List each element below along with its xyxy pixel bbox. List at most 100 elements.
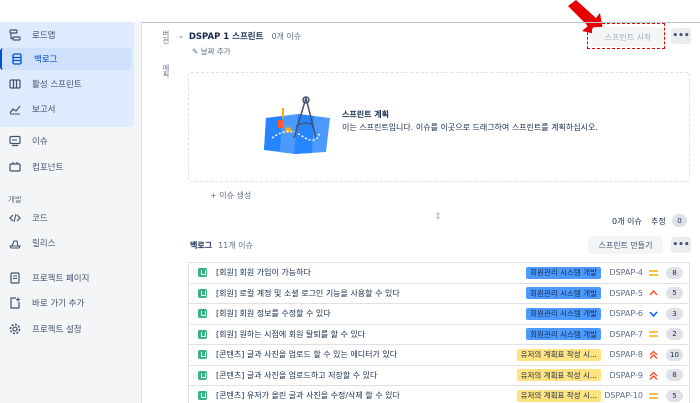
priority-highest-icon — [648, 370, 658, 380]
epic-label[interactable]: 회원관리 시스템 개발 — [526, 287, 601, 300]
story-points-badge: 5 — [666, 389, 683, 402]
backlog-issue-list: [회원] 회원 가입이 가능하다 회원관리 시스템 개발 DSPAP-4 8 [회원] … — [188, 262, 690, 403]
sidebar-item-project-settings[interactable]: 프로젝트 설정 — [8, 318, 132, 340]
backlog-title: 백로그 — [190, 241, 213, 250]
chevron-down-icon[interactable]: ⌄ — [178, 32, 184, 40]
epics-tab[interactable]: 에픽 — [162, 64, 170, 78]
issue-row[interactable]: [콘텐츠] 글과 사진을 업로드 할 수 있는 에디터가 있다 유저의 계획표 작… — [189, 345, 689, 366]
roadmap-icon — [8, 28, 22, 42]
story-points-badge: 3 — [666, 307, 683, 320]
pencil-icon: ✎ — [192, 47, 199, 56]
issue-key[interactable]: DSPAP-6 — [609, 309, 643, 318]
issue-key[interactable]: DSPAP-10 — [604, 391, 643, 400]
sprint-more-button[interactable]: ••• — [671, 28, 691, 44]
sidebar-item-label: 이슈 — [32, 137, 48, 147]
drag-handle-icon[interactable]: ⇕ — [434, 212, 442, 222]
board-icon — [8, 77, 22, 91]
sprint-plan-description: 이는 스프린트입니다. 이슈를 이곳으로 드래그하여 스프린트를 계획하십시오. — [342, 123, 598, 132]
backlog-more-button[interactable]: ••• — [671, 237, 691, 253]
sidebar-item-label: 백로그 — [34, 55, 58, 65]
sidebar-item-releases[interactable]: 릴리스 — [8, 232, 132, 254]
story-points-badge: 10 — [666, 348, 683, 361]
issue-summary[interactable]: [콘텐츠] 글과 사진을 업로드하고 저장할 수 있다 — [216, 370, 377, 381]
issue-summary[interactable]: [회원] 로컬 계정 및 소셜 로그인 기능을 사용할 수 있다 — [216, 288, 400, 299]
story-icon — [198, 370, 207, 380]
add-shortcut-icon — [8, 296, 22, 310]
sidebar-item-code[interactable]: 코드 — [8, 207, 132, 229]
issue-summary[interactable]: [회원] 회원 가입이 가능하다 — [216, 267, 311, 278]
estimate-total-badge: 0 — [672, 214, 687, 227]
add-date-label: 날짜 추가 — [200, 47, 231, 56]
sidebar-item-label: 바로 가기 추가 — [32, 299, 85, 309]
priority-highest-icon — [648, 350, 658, 360]
sidebar-item-label: 활성 스프린트 — [32, 80, 82, 90]
issue-summary[interactable]: [콘텐츠] 글과 사진을 업로드 할 수 있는 에디터가 있다 — [216, 349, 397, 360]
epic-label[interactable]: 회원관리 시스템 개발 — [526, 266, 601, 279]
story-icon — [198, 309, 207, 319]
sprint-name[interactable]: DSPAP 1 스프린트 — [189, 30, 264, 42]
sidebar-item-label: 프로젝트 설정 — [32, 325, 82, 335]
priority-medium-icon — [648, 391, 658, 401]
sidebar-item-label: 로드맵 — [32, 31, 56, 41]
priority-high-icon — [648, 288, 658, 298]
sidebar-item-roadmap[interactable]: 로드맵 — [8, 24, 132, 46]
releases-icon — [8, 236, 22, 250]
sidebar-item-issues[interactable]: 이슈 — [8, 130, 132, 152]
story-points-badge: 5 — [666, 287, 683, 300]
issue-key[interactable]: DSPAP-8 — [609, 350, 643, 359]
dev-section-heading: 개발 — [8, 195, 22, 204]
sprint-plan-illustration — [264, 96, 330, 154]
issue-key[interactable]: DSPAP-5 — [609, 289, 643, 298]
issue-summary[interactable]: [회원] 회원 정보를 수정할 수 있다 — [216, 308, 331, 319]
versions-tab[interactable]: 버전 — [162, 30, 170, 44]
sidebar-item-label: 코드 — [32, 214, 48, 224]
sprint-issues-label: 0개 이슈 — [612, 217, 642, 226]
issue-key[interactable]: DSPAP-4 — [609, 268, 643, 277]
story-icon — [198, 288, 207, 298]
sidebar-item-active-sprint[interactable]: 활성 스프린트 — [8, 73, 132, 95]
backlog-icon — [10, 52, 24, 66]
priority-medium-icon — [648, 268, 658, 278]
sidebar-item-backlog[interactable]: 백로그 — [0, 48, 131, 70]
sidebar-item-label: 보고서 — [32, 105, 56, 115]
sidebar-item-components[interactable]: 컴포넌트 — [8, 156, 132, 178]
code-icon — [8, 211, 22, 225]
epic-label[interactable]: 회원관리 시스템 개발 — [526, 328, 601, 341]
epic-label[interactable]: 회원관리 시스템 개발 — [526, 307, 601, 320]
backlog-header: 백로그 11개 이슈 — [190, 240, 253, 251]
issue-row[interactable]: [회원] 회원 정보를 수정할 수 있다 회원관리 시스템 개발 DSPAP-6 3 — [189, 304, 689, 325]
issue-summary[interactable]: [회원] 원하는 시점에 회원 탈퇴를 할 수 있다 — [216, 329, 365, 340]
sprint-issue-count: 0개 이슈 — [271, 31, 302, 41]
add-date-link[interactable]: ✎ 날짜 추가 — [192, 46, 231, 57]
issue-key[interactable]: DSPAP-7 — [609, 330, 643, 339]
issue-row[interactable]: [회원] 로컬 계정 및 소셜 로그인 기능을 사용할 수 있다 회원관리 시스템… — [189, 284, 689, 304]
epic-label[interactable]: 유저의 계획표 작성 시... — [516, 369, 601, 382]
sidebar-item-project-pages[interactable]: 프로젝트 페이지 — [8, 267, 132, 289]
story-icon — [198, 268, 207, 278]
sprint-header: ⌄ DSPAP 1 스프린트 0개 이슈 — [178, 30, 302, 43]
priority-low-icon — [648, 309, 658, 319]
issue-row[interactable]: [회원] 회원 가입이 가능하다 회원관리 시스템 개발 DSPAP-4 8 — [189, 263, 689, 284]
components-icon — [8, 160, 22, 174]
epic-label[interactable]: 유저의 계획표 작성 시... — [516, 348, 601, 361]
page-icon — [8, 271, 22, 285]
story-points-badge: 8 — [666, 266, 683, 279]
issue-key[interactable]: DSPAP-9 — [609, 371, 643, 380]
issue-summary[interactable]: [콘텐츠] 유저가 올린 글과 사진을 수정/삭제 할 수 있다 — [216, 390, 400, 401]
create-issue-button[interactable]: + 이슈 생성 — [210, 190, 251, 201]
issue-row[interactable]: [회원] 원하는 시점에 회원 탈퇴를 할 수 있다 회원관리 시스템 개발 DSP… — [189, 325, 689, 345]
backlog-issue-count: 11개 이슈 — [218, 241, 253, 250]
sidebar-item-add-shortcut[interactable]: 바로 가기 추가 — [8, 292, 132, 314]
settings-icon — [8, 322, 22, 336]
create-sprint-button[interactable]: 스프린트 만들기 — [588, 236, 663, 254]
estimate-label: 추정 — [651, 217, 666, 226]
highlight-box — [587, 23, 665, 49]
priority-medium-icon — [648, 329, 658, 339]
project-sidebar: 로드맵 백로그 활성 스프린트 보고서 이슈 컴포넌트 개발 코드 릴리스 프로… — [0, 22, 142, 403]
sidebar-item-reports[interactable]: 보고서 — [8, 98, 132, 120]
sidebar-item-label: 프로젝트 페이지 — [32, 274, 90, 284]
issue-row[interactable]: [콘텐츠] 글과 사진을 업로드하고 저장할 수 있다 유저의 계획표 작성 시.… — [189, 366, 689, 386]
epic-label[interactable]: 유저의 계획표 작성 시... — [516, 389, 601, 402]
issues-icon — [8, 134, 22, 148]
issue-row[interactable]: [콘텐츠] 유저가 올린 글과 사진을 수정/삭제 할 수 있다 유저의 계획표 … — [189, 386, 689, 403]
